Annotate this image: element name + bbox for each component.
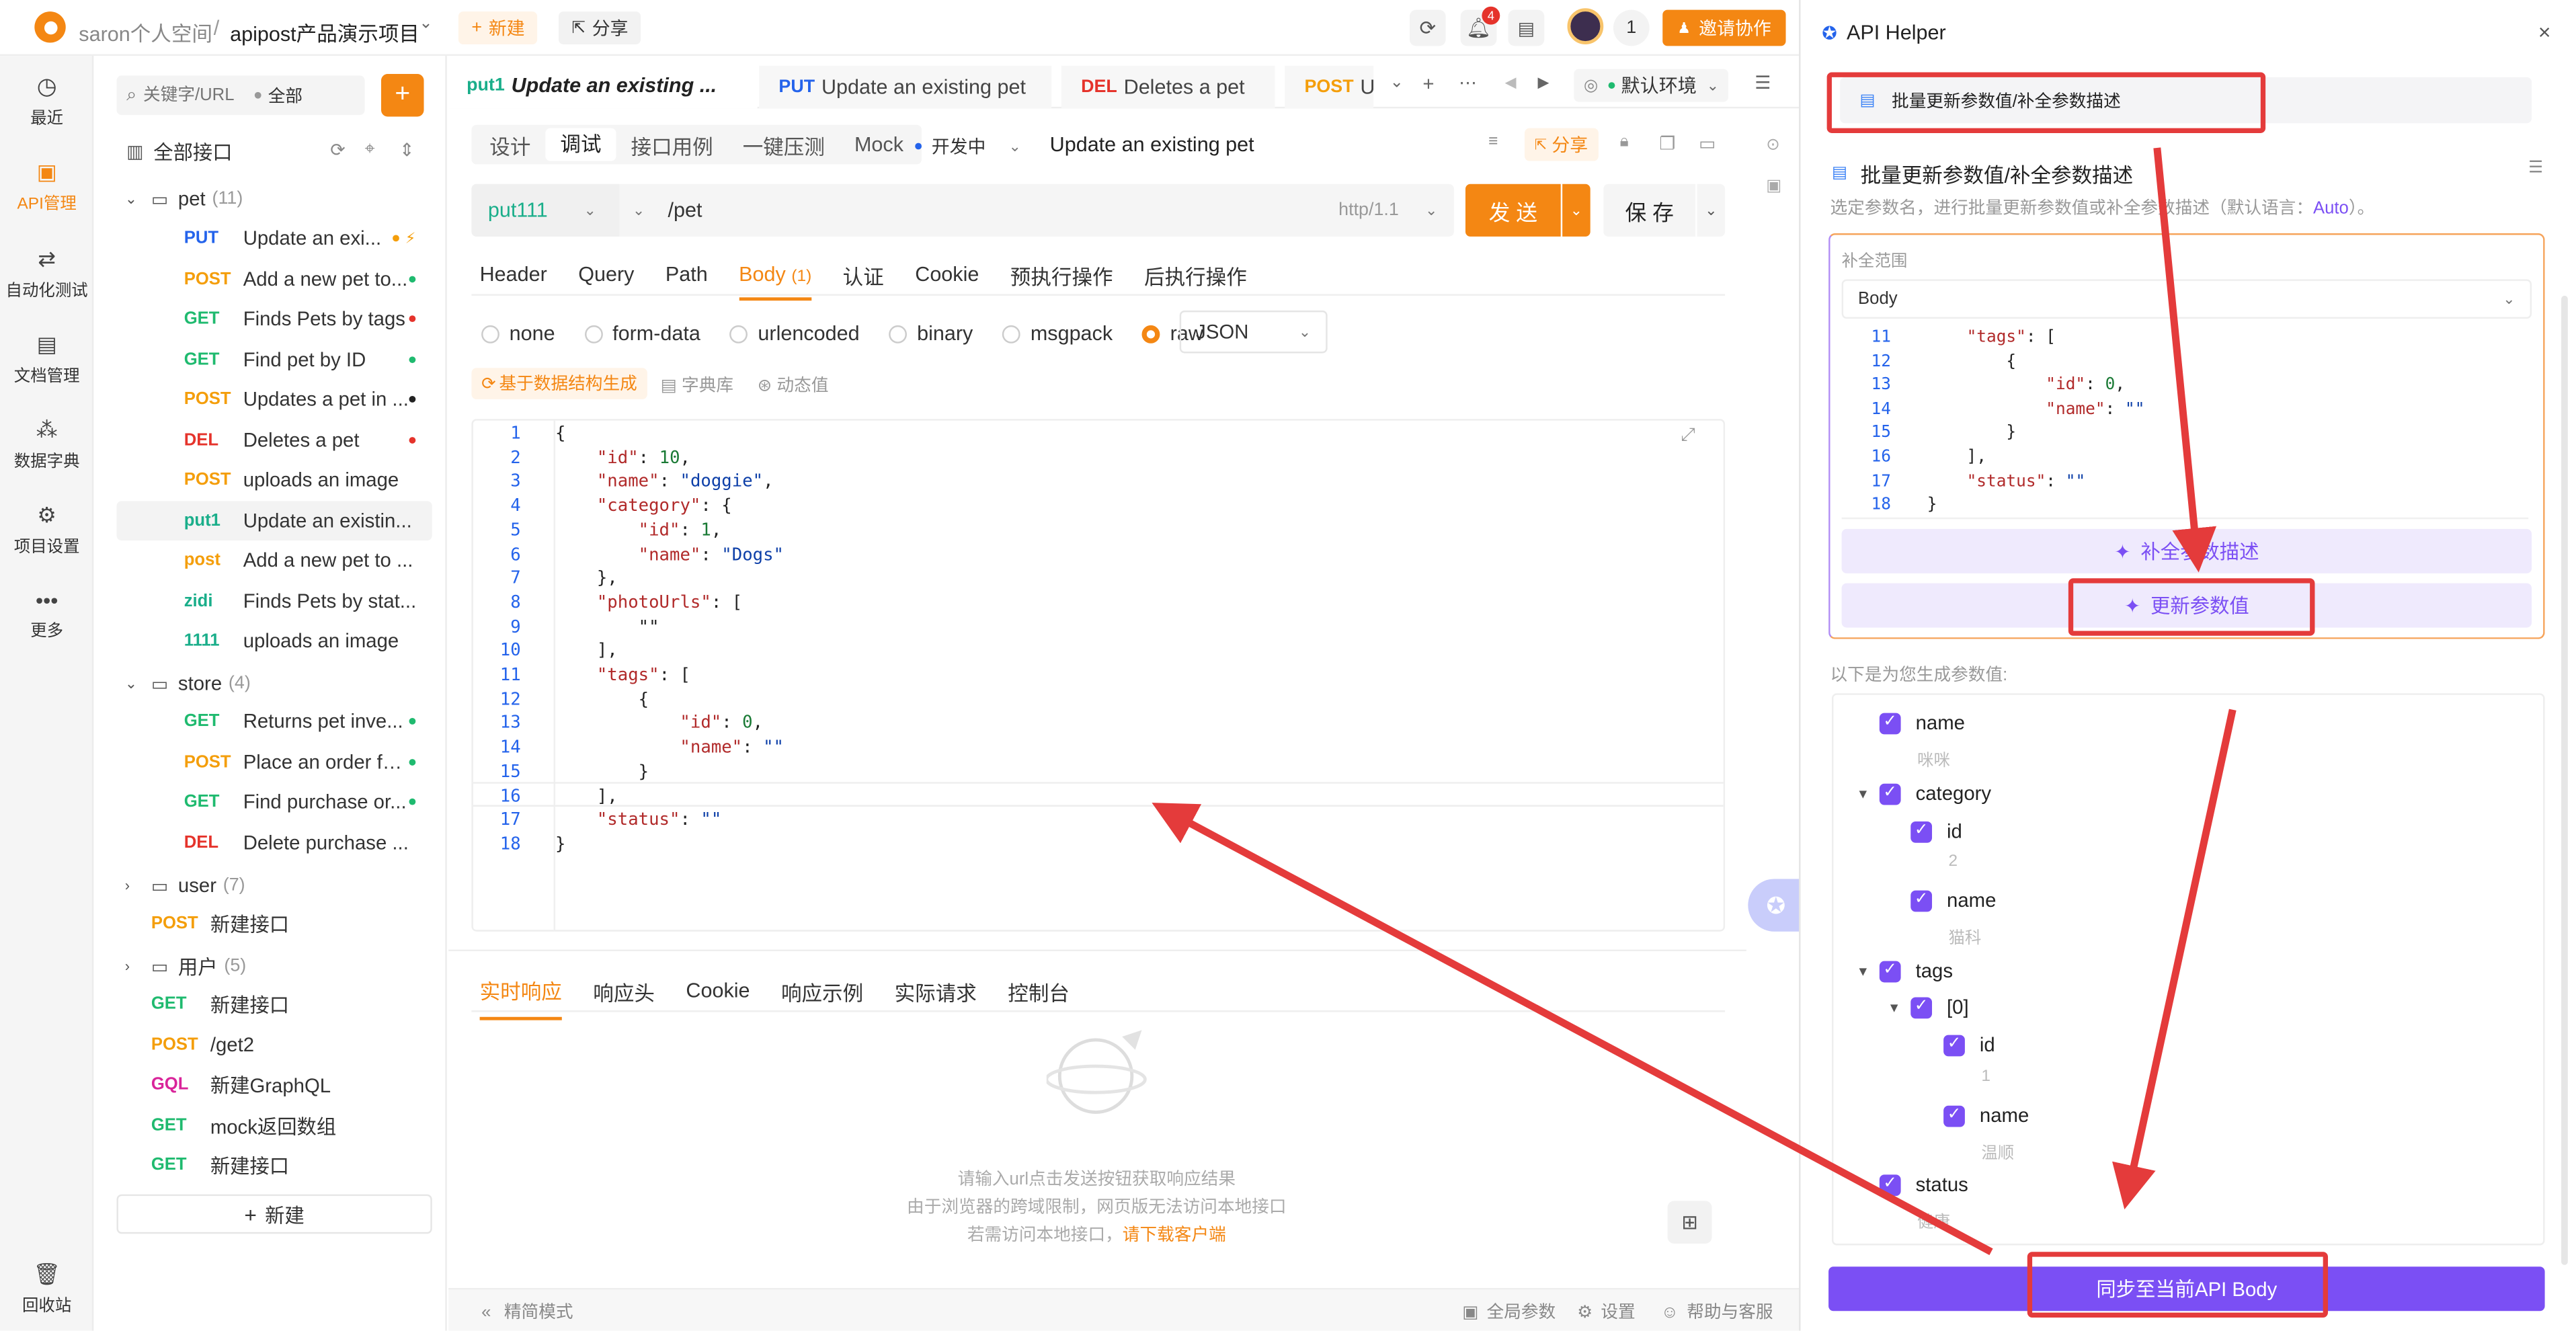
arrow-to-update: [2157, 148, 2197, 551]
arrow-to-editor: [1172, 813, 1992, 1252]
annotation-arrows: [0, 0, 2576, 1331]
arrow-to-sync: [2129, 710, 2232, 1188]
